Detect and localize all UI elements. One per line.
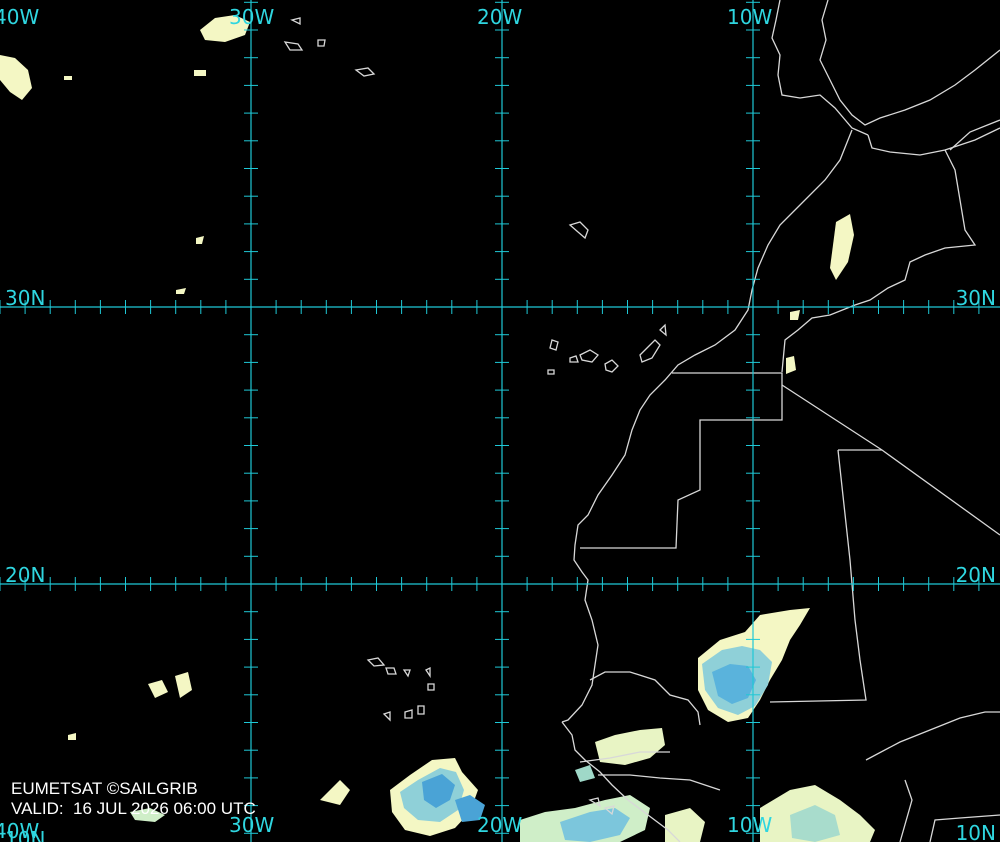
valid-time-text: VALID: 16 JUL 2026 06:00 UTC <box>11 799 256 818</box>
lon-label-top-3: 10W <box>727 5 772 29</box>
lat-label-right-2: 10N <box>956 821 996 842</box>
lon-label-top-1: 30W <box>229 5 274 29</box>
lat-label-left-2: 10N <box>5 827 45 842</box>
lon-label-bottom-2: 20W <box>477 813 522 837</box>
satellite-map[interactable]: 40W 30W 20W 10W 40W 30W 20W 10W 30N 20N … <box>0 0 1000 842</box>
lat-label-left-0: 30N <box>5 286 45 310</box>
cloud-speck-5 <box>194 70 206 76</box>
lat-label-left-1: 20N <box>5 563 45 587</box>
lon-label-bottom-3: 10W <box>727 813 772 837</box>
lon-label-top-2: 20W <box>477 5 522 29</box>
lat-label-right-0: 30N <box>956 286 996 310</box>
cloud-speck-4 <box>64 76 72 80</box>
credit-text: EUMETSAT ©SAILGRIB <box>11 779 198 798</box>
lon-label-top-0: 40W <box>0 5 39 29</box>
lat-label-right-1: 20N <box>956 563 996 587</box>
